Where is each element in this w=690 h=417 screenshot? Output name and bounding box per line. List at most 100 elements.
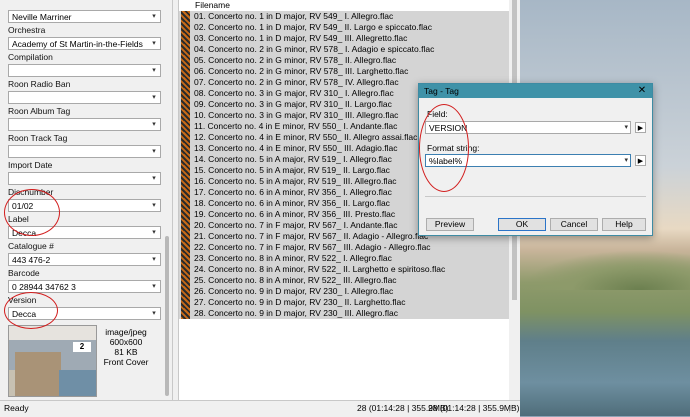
file-row[interactable]: 04. Concerto no. 2 in G minor, RV 578_ I… (179, 44, 509, 55)
chevron-down-icon[interactable]: ▾ (150, 175, 158, 183)
field-combo-8[interactable]: 443 476-2 ▾ (8, 253, 161, 266)
format-arrow-button[interactable]: ▶ (635, 155, 646, 166)
flac-file-icon (181, 220, 190, 231)
ok-button[interactable]: OK (498, 218, 546, 231)
file-name: 13. Concerto no. 4 in E minor, RV 550_ I… (194, 143, 398, 153)
field-arrow-button[interactable]: ▶ (635, 122, 646, 133)
cover-size: 81 KB (114, 347, 138, 357)
field-combo-3[interactable]: ▾ (8, 118, 161, 131)
status-bar: Ready 28 (01:14:28 | 355.9MB) 28 (01:14:… (0, 400, 520, 417)
field-value-10: Decca (12, 309, 37, 319)
file-row[interactable]: 26. Concerto no. 9 in D major, RV 230_ I… (179, 286, 509, 297)
file-row[interactable]: 25. Concerto no. 8 in A minor, RV 522_ I… (179, 275, 509, 286)
file-row[interactable]: 23. Concerto no. 8 in A minor, RV 522_ I… (179, 253, 509, 264)
field-value-9: 0 28944 34762 3 (12, 282, 76, 292)
chevron-down-icon[interactable]: ▾ (150, 121, 158, 129)
field-combo-7[interactable]: Decca ▾ (8, 226, 161, 239)
chevron-down-icon[interactable]: ▾ (150, 256, 158, 264)
flac-file-icon (181, 121, 190, 132)
file-name: 26. Concerto no. 9 in D major, RV 230_ I… (194, 286, 394, 296)
file-name: 09. Concerto no. 3 in G major, RV 310_ I… (194, 99, 392, 109)
field-label-7: Label (8, 214, 29, 224)
conductor-combo[interactable]: Neville Marriner ▾ (8, 10, 161, 23)
file-row[interactable]: 27. Concerto no. 9 in D major, RV 230_ I… (179, 297, 509, 308)
file-name: 25. Concerto no. 8 in A minor, RV 522_ I… (194, 275, 397, 285)
tag-panel: Neville Marriner ▾ Orchestra Academy of S… (0, 0, 173, 400)
cover-building (15, 352, 61, 396)
file-row[interactable]: 28. Concerto no. 9 in D major, RV 230_ I… (179, 308, 509, 319)
cover-info: image/jpeg 600x600 81 KB Front Cover (99, 327, 153, 367)
field-combo-6[interactable]: 01/02 ▾ (8, 199, 161, 212)
chevron-down-icon[interactable]: ▾ (150, 67, 158, 75)
cancel-button[interactable]: Cancel (550, 218, 598, 231)
chevron-down-icon[interactable]: ▾ (150, 283, 158, 291)
chevron-down-icon[interactable]: ▾ (150, 94, 158, 102)
flac-file-icon (181, 286, 190, 297)
chevron-down-icon[interactable]: ▾ (150, 310, 158, 318)
file-name: 16. Concerto no. 5 in A major, RV 519_ I… (194, 176, 397, 186)
field-combo-4[interactable]: ▾ (8, 145, 161, 158)
field-label-3: Roon Album Tag (8, 106, 71, 116)
file-row[interactable]: 05. Concerto no. 2 in G minor, RV 578_ I… (179, 55, 509, 66)
chevron-down-icon[interactable]: ▾ (150, 13, 158, 21)
chevron-down-icon[interactable]: ▾ (624, 123, 628, 131)
conductor-value: Neville Marriner (12, 12, 72, 22)
format-string-label: Format string: (427, 143, 480, 153)
scrollbar-thumb[interactable] (165, 236, 169, 396)
field-combo[interactable]: VERSION ▾ (425, 121, 631, 134)
preview-button[interactable]: Preview (426, 218, 474, 231)
file-row[interactable]: 22. Concerto no. 7 in F major, RV 567_ I… (179, 242, 509, 253)
tag-panel-scrollbar[interactable] (163, 0, 171, 400)
flac-file-icon (181, 198, 190, 209)
format-string-input[interactable]: %label% ▾ (425, 154, 631, 167)
flac-file-icon (181, 22, 190, 33)
file-row[interactable]: 24. Concerto no. 8 in A minor, RV 522_ I… (179, 264, 509, 275)
chevron-down-icon[interactable]: ▾ (150, 202, 158, 210)
file-row[interactable]: 06. Concerto no. 2 in G minor, RV 578_ I… (179, 66, 509, 77)
dialog-title: Tag - Tag (424, 86, 459, 96)
file-name: 22. Concerto no. 7 in F major, RV 567_ I… (194, 242, 431, 252)
field-combo-9[interactable]: 0 28944 34762 3 ▾ (8, 280, 161, 293)
file-name: 24. Concerto no. 8 in A minor, RV 522_ I… (194, 264, 446, 274)
chevron-down-icon[interactable]: ▾ (150, 40, 158, 48)
field-combo-10[interactable]: Decca ▾ (8, 307, 161, 320)
file-name: 08. Concerto no. 3 in G major, RV 310_ I… (194, 88, 394, 98)
tag-dialog: Tag - Tag ✕ Field: VERSION ▾ ▶ Format st… (418, 83, 653, 236)
status-ready: Ready (4, 403, 29, 413)
file-name: 27. Concerto no. 9 in D major, RV 230_ I… (194, 297, 406, 307)
flac-file-icon (181, 242, 190, 253)
file-row[interactable]: 03. Concerto no. 1 in D major, RV 549_ I… (179, 33, 509, 44)
field-combo-5[interactable]: ▾ (8, 172, 161, 185)
close-icon[interactable]: ✕ (636, 85, 648, 97)
flac-file-icon (181, 264, 190, 275)
flac-file-icon (181, 154, 190, 165)
file-row[interactable]: 02. Concerto no. 1 in D major, RV 549_ I… (179, 22, 509, 33)
cover-disc-badge: 2 (73, 342, 91, 352)
flac-file-icon (181, 55, 190, 66)
field-combo-1[interactable]: ▾ (8, 64, 161, 77)
file-name: 20. Concerto no. 7 in F major, RV 567_ I… (194, 220, 398, 230)
dialog-divider (425, 196, 646, 197)
chevron-down-icon[interactable]: ▾ (150, 229, 158, 237)
field-label-1: Compilation (8, 52, 53, 62)
help-button[interactable]: Help (602, 218, 646, 231)
desktop-hill (520, 250, 690, 290)
dialog-titlebar[interactable]: Tag - Tag ✕ (419, 84, 652, 98)
flac-file-icon (181, 297, 190, 308)
chevron-down-icon[interactable]: ▾ (624, 156, 628, 164)
flac-file-icon (181, 110, 190, 121)
file-name: 18. Concerto no. 6 in A minor, RV 356_ I… (194, 198, 390, 208)
file-row[interactable]: 01. Concerto no. 1 in D major, RV 549_ I… (179, 11, 509, 22)
file-name: 07. Concerto no. 2 in G minor, RV 578_ I… (194, 77, 399, 87)
cover-art[interactable]: 2 (8, 325, 97, 397)
field-combo-0[interactable]: Academy of St Martin-in-the-Fields ▾ (8, 37, 161, 50)
file-name: 02. Concerto no. 1 in D major, RV 549_ I… (194, 22, 432, 32)
field-label-5: Import Date (8, 160, 53, 170)
resize-grip-icon[interactable]: ⋰ (508, 405, 517, 414)
file-name: 15. Concerto no. 5 in A major, RV 519_ I… (194, 165, 390, 175)
field-combo-2[interactable]: ▾ (8, 91, 161, 104)
chevron-down-icon[interactable]: ▾ (150, 148, 158, 156)
field-label-6: Discnumber (8, 187, 54, 197)
file-name: 21. Concerto no. 7 in F major, RV 567_ I… (194, 231, 429, 241)
field-label-10: Version (8, 295, 37, 305)
